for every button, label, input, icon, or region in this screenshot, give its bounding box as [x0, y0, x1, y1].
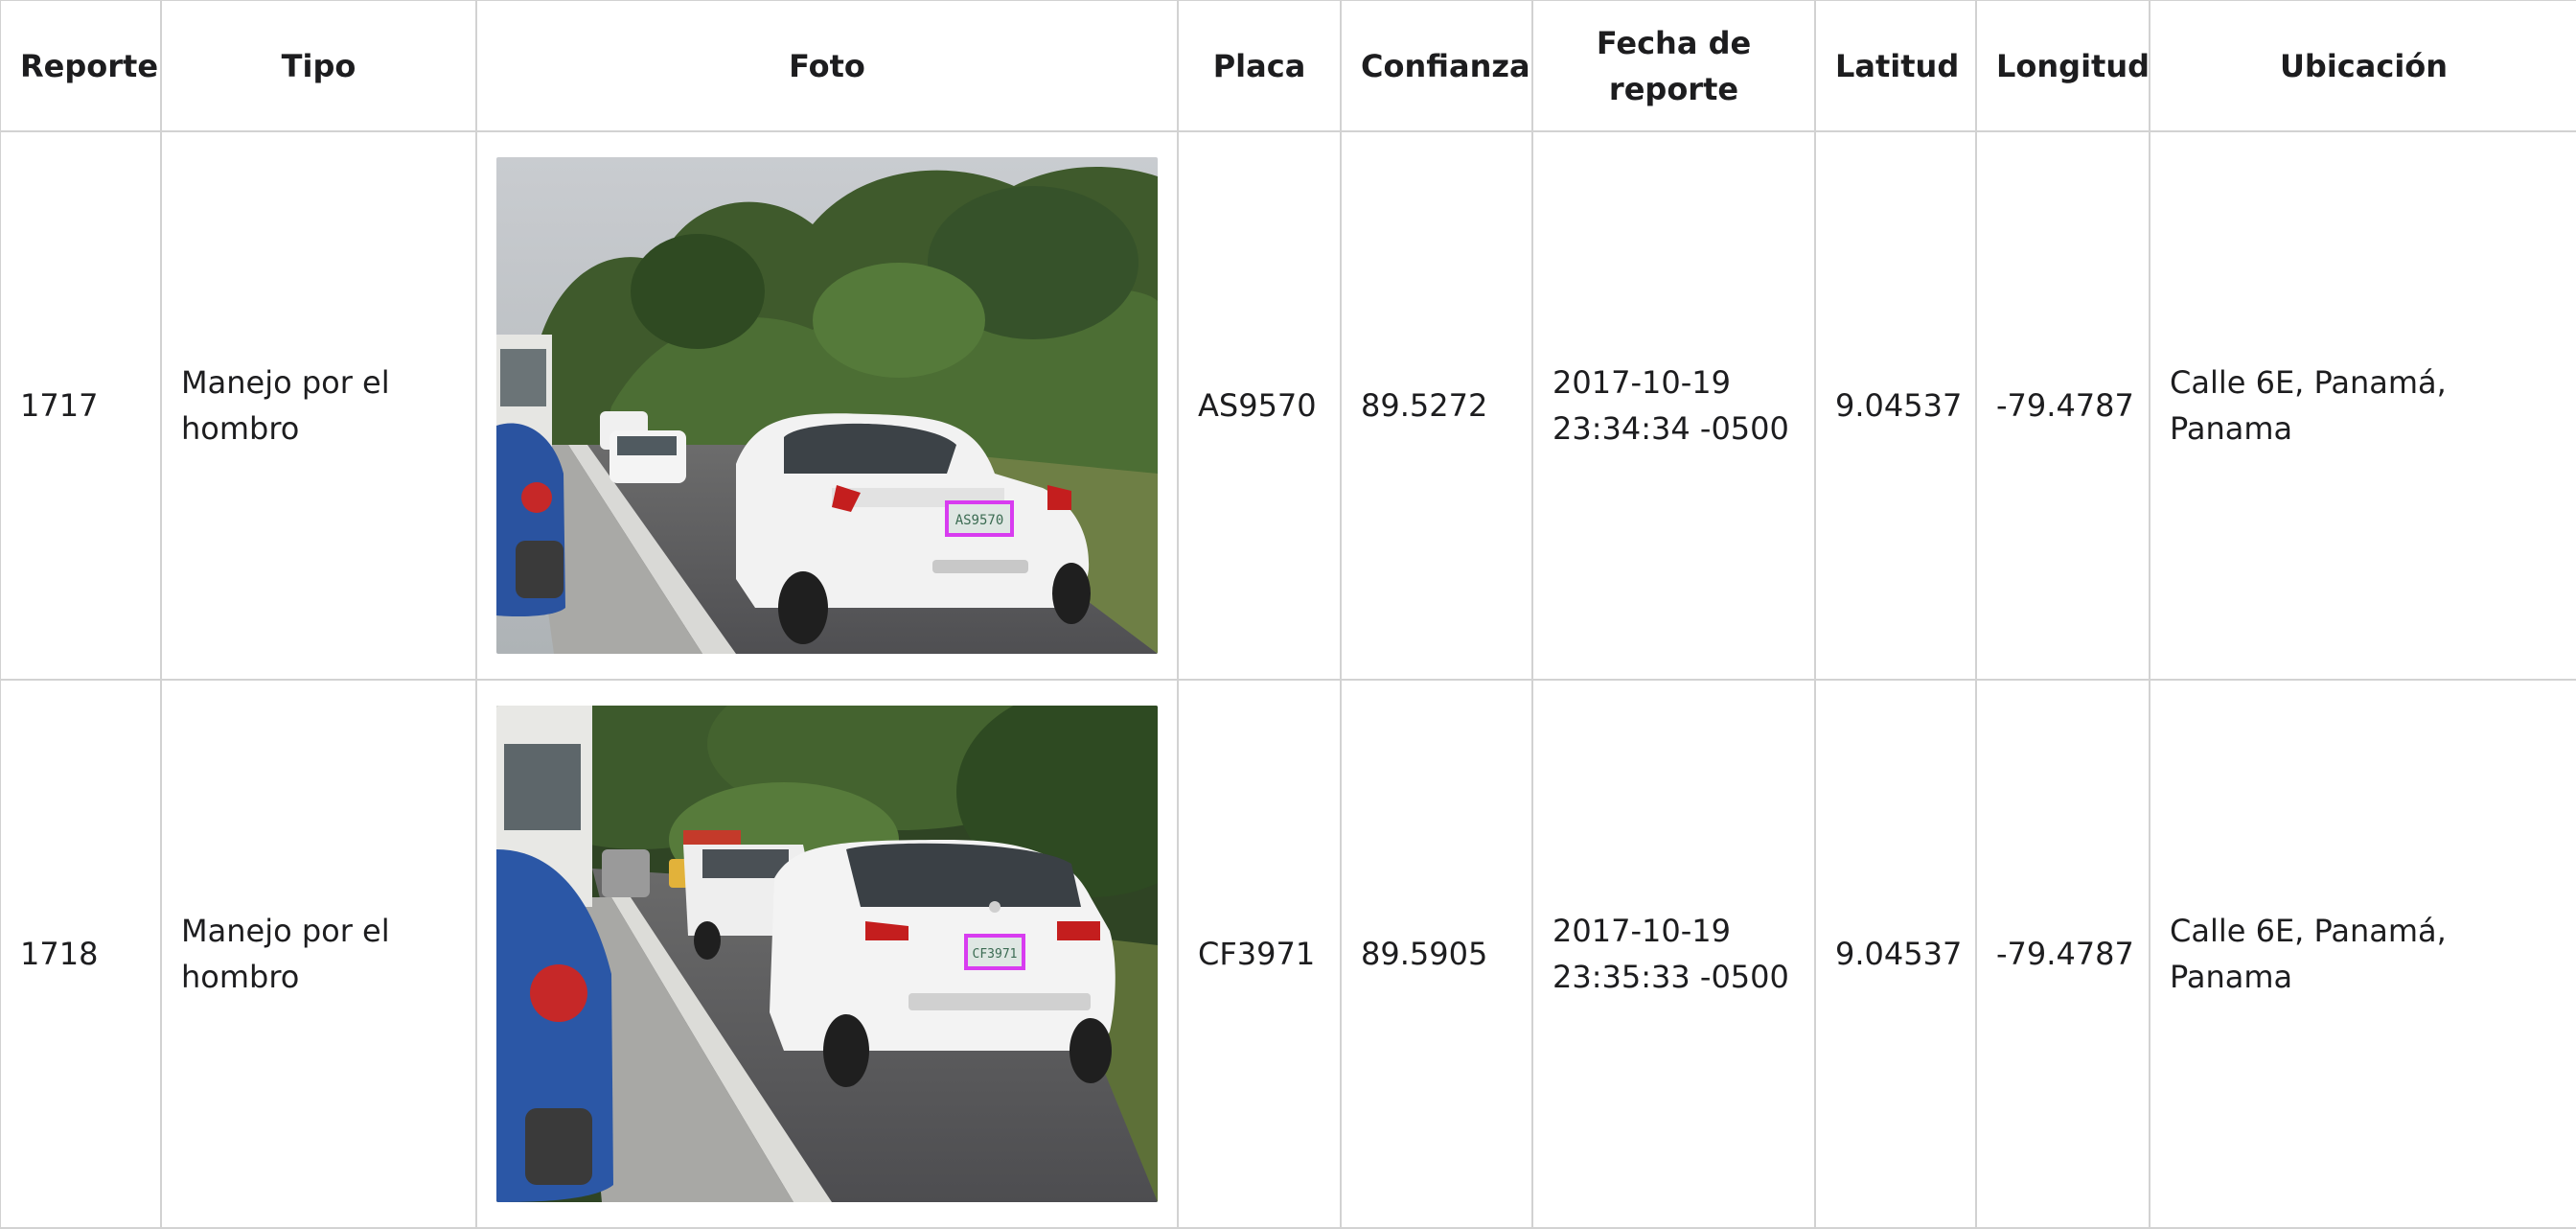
cell-tipo-line2: hombro [181, 959, 300, 995]
cell-fecha-line1: 2017-10-19 [1552, 913, 1731, 949]
cell-tipo-line1: Manejo por el [181, 913, 390, 949]
cell-fecha-line2: 23:34:34 -0500 [1552, 410, 1789, 447]
cell-foto: AS9570 [475, 130, 1179, 681]
cell-foto: CF3971 [475, 679, 1179, 1229]
cell-tipo-line1: Manejo por el [181, 364, 390, 401]
header-ubicacion: Ubicación [2149, 0, 2576, 132]
header-reporte: Reporte [0, 0, 162, 132]
reports-table: Reporte Tipo Foto Placa Confianza Fecha … [0, 0, 2576, 1229]
header-confianza: Confianza [1340, 0, 1533, 132]
cell-longitud: -79.4787 [1975, 130, 2150, 681]
vehicle-photo[interactable]: AS9570 [496, 157, 1158, 654]
cell-tipo: Manejo por el hombro [160, 130, 477, 681]
cell-fecha-line2: 23:35:33 -0500 [1552, 959, 1789, 995]
cell-placa: CF3971 [1177, 679, 1342, 1229]
cell-reporte: 1717 [0, 130, 162, 681]
cell-fecha: 2017-10-19 23:34:34 -0500 [1531, 130, 1816, 681]
cell-ubicacion: Calle 6E, Panamá, Panama [2149, 130, 2576, 681]
header-latitud: Latitud [1814, 0, 1977, 132]
vehicle-photo[interactable]: CF3971 [496, 706, 1158, 1202]
cell-fecha: 2017-10-19 23:35:33 -0500 [1531, 679, 1816, 1229]
cell-reporte: 1718 [0, 679, 162, 1229]
header-longitud: Longitud [1975, 0, 2150, 132]
header-placa: Placa [1177, 0, 1342, 132]
header-fecha-line2: reporte [1608, 70, 1739, 107]
header-tipo: Tipo [160, 0, 477, 132]
header-foto: Foto [475, 0, 1179, 132]
photo-plate-text: AS9570 [955, 513, 1004, 528]
cell-longitud: -79.4787 [1975, 679, 2150, 1229]
cell-latitud: 9.04537 [1814, 130, 1977, 681]
cell-confianza: 89.5905 [1340, 679, 1533, 1229]
cell-fecha-line1: 2017-10-19 [1552, 364, 1731, 401]
cell-placa: AS9570 [1177, 130, 1342, 681]
header-fecha-line1: Fecha de [1596, 24, 1752, 61]
cell-latitud: 9.04537 [1814, 679, 1977, 1229]
table-header-row: Reporte Tipo Foto Placa Confianza Fecha … [0, 0, 2576, 132]
cell-confianza: 89.5272 [1340, 130, 1533, 681]
table-row: 1717 Manejo por el hombro AS9570 AS9570 … [0, 130, 2576, 681]
photo-plate-text: CF3971 [973, 947, 1018, 962]
header-fecha-reporte: Fecha de reporte [1531, 0, 1816, 132]
cell-ubicacion: Calle 6E, Panamá, Panama [2149, 679, 2576, 1229]
cell-tipo-line2: hombro [181, 410, 300, 447]
cell-tipo: Manejo por el hombro [160, 679, 477, 1229]
table-row: 1718 Manejo por el hombro CF3971 CF3971 … [0, 679, 2576, 1229]
